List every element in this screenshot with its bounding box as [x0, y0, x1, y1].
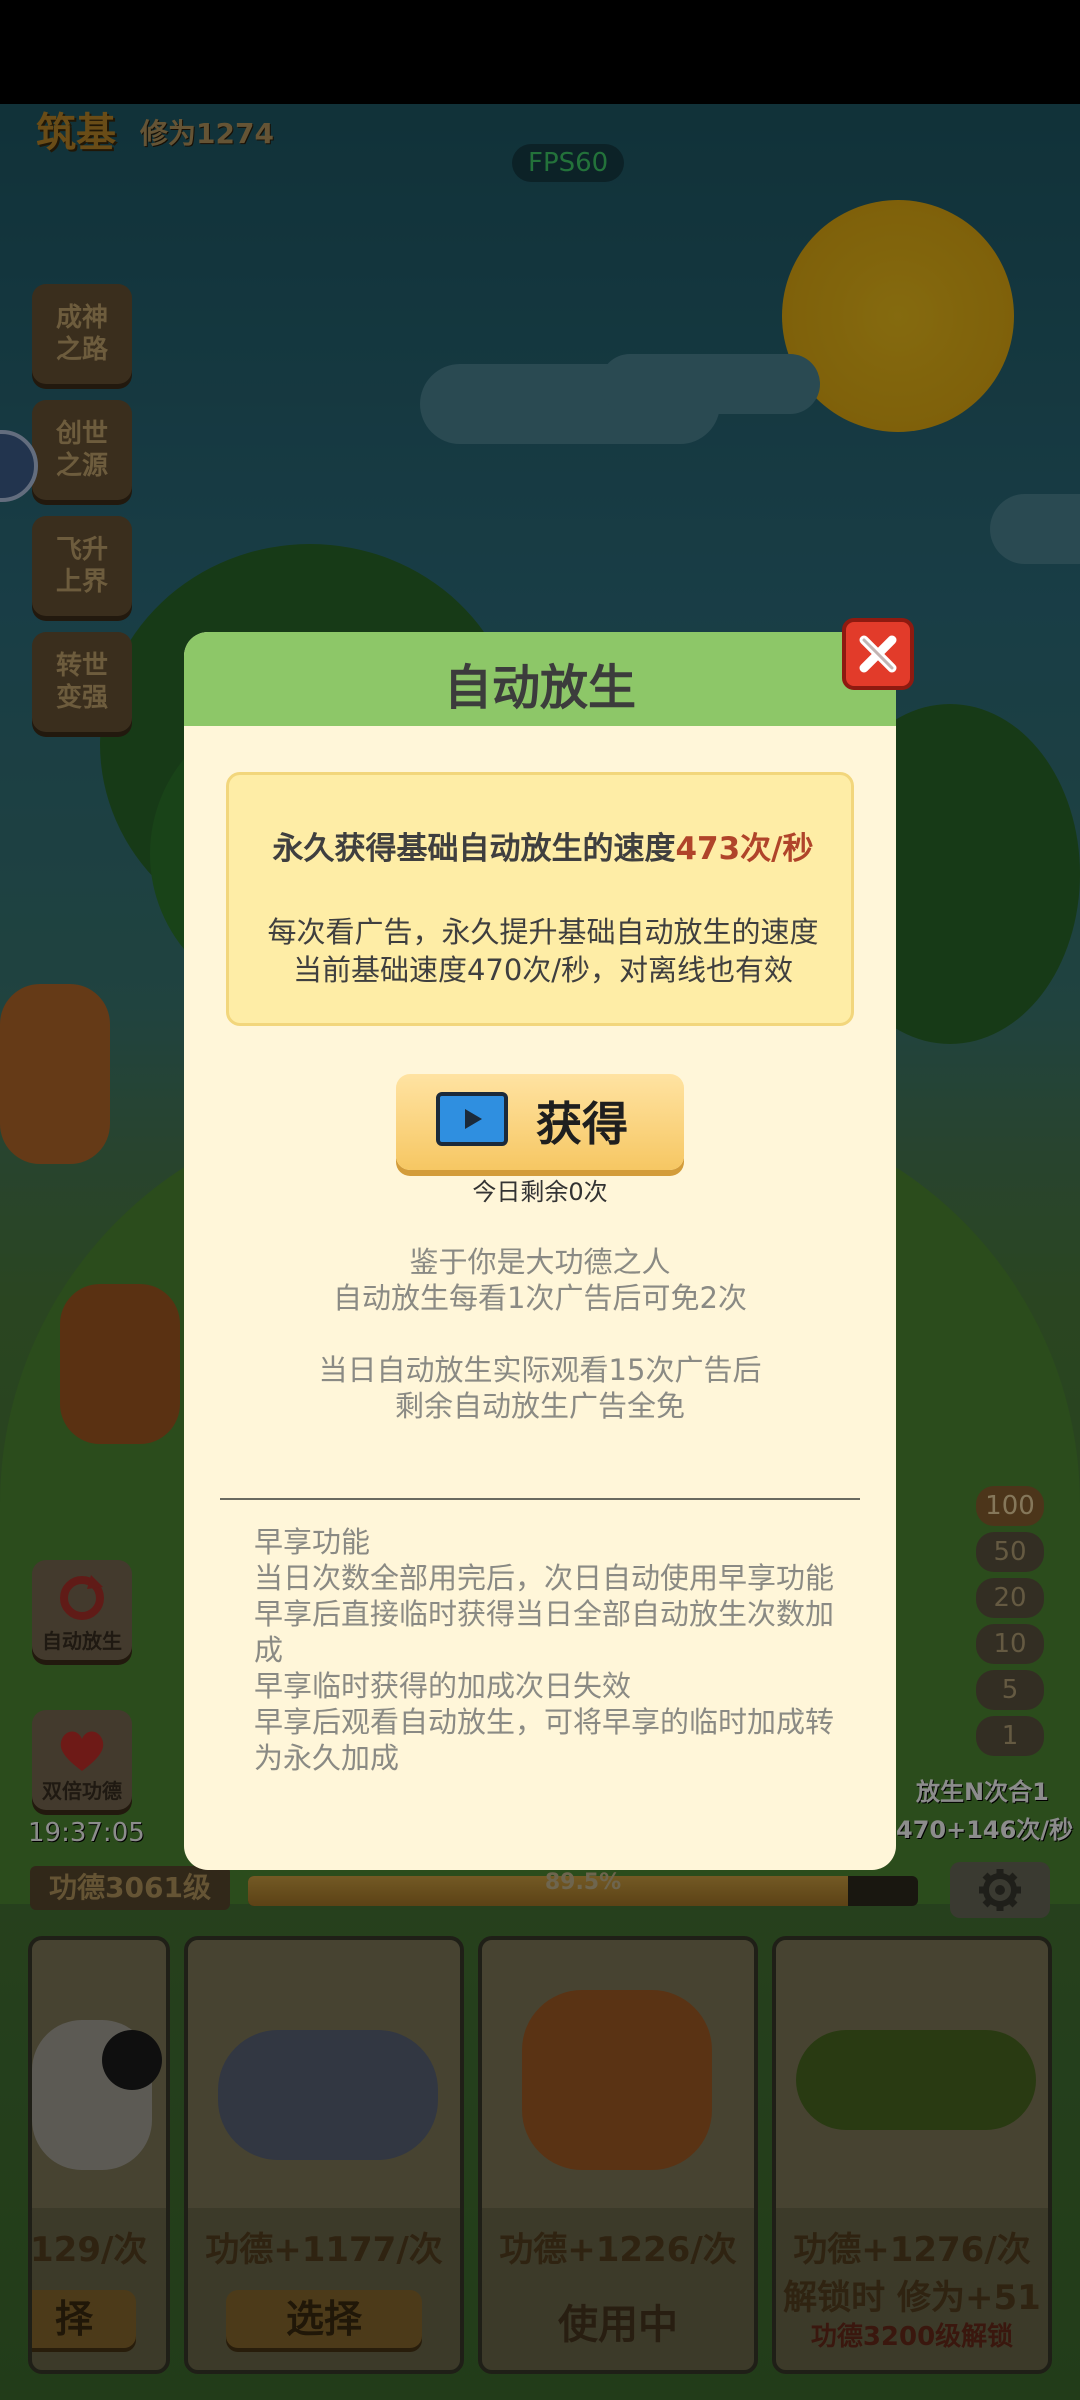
watch-ad-get-button[interactable]: 获得: [396, 1074, 684, 1170]
speed-value: 473次/秒: [675, 831, 814, 867]
early-access-line: 早享后直接临时获得当日全部自动放生次数加成: [254, 1597, 835, 1667]
early-access-line: 早享功能: [254, 1525, 371, 1559]
get-label: 获得: [536, 1097, 628, 1151]
note-line: 剩余自动放生广告全免: [394, 1389, 685, 1423]
close-icon: [859, 635, 897, 673]
note-line: 鉴于你是大功德之人: [409, 1245, 671, 1279]
speed-headline: 永久获得基础自动放生的速度473次/秒: [229, 823, 857, 868]
speed-headline-prefix: 永久获得基础自动放生的速度: [272, 831, 676, 867]
early-access-info: 早享功能 当日次数全部用完后，次日自动使用早享功能 早享后直接临时获得当日全部自…: [254, 1524, 834, 1776]
speed-desc-line: 每次看广告，永久提升基础自动放生的速度: [267, 915, 819, 949]
early-access-line: 早享临时获得的加成次日失效: [254, 1669, 632, 1703]
note-line: 当日自动放生实际观看15次广告后: [318, 1353, 762, 1387]
speed-desc-line: 当前基础速度470次/秒，对离线也有效: [292, 953, 794, 987]
speed-info-box: 永久获得基础自动放生的速度473次/秒 每次看广告，永久提升基础自动放生的速度 …: [226, 772, 854, 1026]
divider: [220, 1498, 860, 1500]
auto-release-dialog: 自动放生 永久获得基础自动放生的速度473次/秒 每次看广告，永久提升基础自动放…: [184, 632, 896, 1870]
early-access-line: 当日次数全部用完后，次日自动使用早享功能: [254, 1561, 835, 1595]
note-line: 自动放生每看1次广告后可免2次: [333, 1281, 747, 1315]
early-access-line: 早享后观看自动放生，可将早享的临时加成转为永久加成: [254, 1705, 835, 1775]
remaining-today: 今日剩余0次: [472, 1178, 608, 1206]
speed-description: 每次看广告，永久提升基础自动放生的速度 当前基础速度470次/秒，对离线也有效: [229, 913, 857, 989]
status-bar: [0, 0, 1080, 104]
close-button[interactable]: [842, 618, 914, 690]
dialog-title: 自动放生: [443, 660, 636, 716]
video-play-icon: [436, 1092, 508, 1146]
